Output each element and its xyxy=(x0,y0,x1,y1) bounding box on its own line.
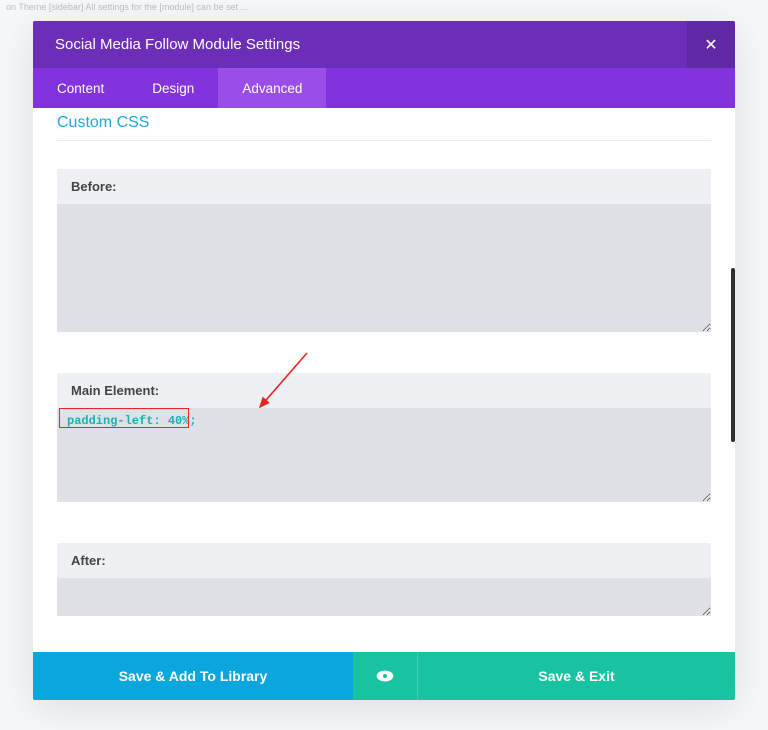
css-main-element-label: Main Element: xyxy=(57,373,711,408)
tab-content-label: Content xyxy=(57,81,104,96)
tab-advanced-label: Advanced xyxy=(242,81,302,96)
tab-content[interactable]: Content xyxy=(33,68,128,108)
css-after-block: After: xyxy=(57,543,711,621)
scrollbar-thumb[interactable] xyxy=(731,268,735,442)
save-add-to-library-label: Save & Add To Library xyxy=(119,668,268,684)
close-button[interactable]: ✕ xyxy=(687,21,735,68)
modal-header: Social Media Follow Module Settings ✕ xyxy=(33,21,735,68)
preview-button[interactable] xyxy=(353,652,417,700)
eye-icon xyxy=(375,666,395,686)
background-blurred-text: on Theme [sidebar] All settings for the … xyxy=(0,0,768,15)
save-and-exit-label: Save & Exit xyxy=(538,668,614,684)
section-divider xyxy=(57,140,711,141)
save-and-exit-button[interactable]: Save & Exit xyxy=(417,652,735,700)
modal-body: Custom CSS Before: Main Element: After: xyxy=(33,108,735,652)
tab-design[interactable]: Design xyxy=(128,68,218,108)
save-add-to-library-button[interactable]: Save & Add To Library xyxy=(33,652,353,700)
css-before-block: Before: xyxy=(57,169,711,337)
module-settings-modal: Social Media Follow Module Settings ✕ Co… xyxy=(33,21,735,700)
tab-advanced[interactable]: Advanced xyxy=(218,68,326,108)
section-title-custom-css: Custom CSS xyxy=(57,114,711,132)
css-main-element-textarea[interactable] xyxy=(57,408,711,502)
modal-title: Social Media Follow Module Settings xyxy=(55,36,300,53)
css-before-textarea[interactable] xyxy=(57,204,711,332)
css-before-label: Before: xyxy=(57,169,711,204)
modal-footer: Save & Add To Library Save & Exit xyxy=(33,652,735,700)
tabs-bar: Content Design Advanced xyxy=(33,68,735,108)
css-main-element-block: Main Element: xyxy=(57,373,711,507)
css-after-textarea[interactable] xyxy=(57,578,711,616)
css-after-label: After: xyxy=(57,543,711,578)
close-icon: ✕ xyxy=(704,35,717,55)
tab-design-label: Design xyxy=(152,81,194,96)
